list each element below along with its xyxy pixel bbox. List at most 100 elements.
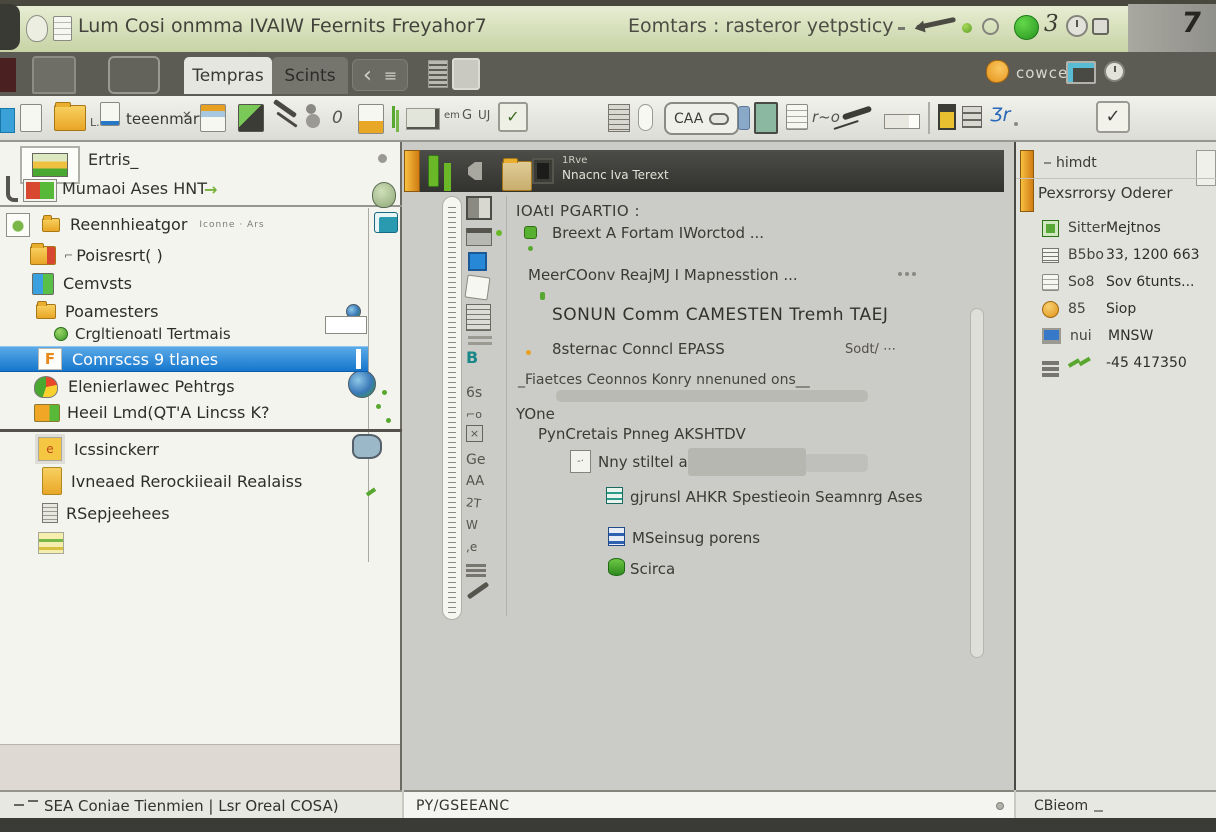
sidebar-item-cemvsts[interactable]: Cemvsts [0,270,368,297]
dark-arrow-icon[interactable] [273,99,297,118]
orange-green-icon [34,404,60,422]
sidebar-item-comrscss-selected[interactable]: F Comrscss 9 tlanes [0,346,368,372]
monitor-cursor-icon[interactable] [406,108,440,130]
content-line[interactable]: MSeinsug porens [632,529,760,547]
printer-tool-icon[interactable] [466,228,492,246]
tool-glyph-6s[interactable]: 6s [466,385,482,401]
pencil-tool-icon[interactable] [467,582,490,600]
pill-icon[interactable] [638,104,653,131]
property-row[interactable]: B5bo 33, 1200 663 [1016,243,1216,267]
content-line[interactable]: PynCretais Pnneg AKSHTDV [538,425,746,443]
panel-orange2-icon[interactable] [358,104,384,134]
property-row[interactable]: nui MNSW [1016,324,1216,348]
ring-icon[interactable] [982,18,999,35]
tool-glyph-w[interactable]: W [466,518,478,532]
status-green-icon[interactable] [1014,15,1039,40]
content-line[interactable]: Breext A Fortam IWorctod ... [552,224,764,242]
check-panel-icon[interactable]: ✓ [498,102,528,132]
property-row[interactable]: So8 Sov 6tunts... [1016,270,1216,294]
sidebar-item-poisresrt[interactable]: ⌐ Poisresrt( ) [0,242,368,269]
square-icon[interactable] [1092,18,1109,35]
doc-lines-icon[interactable] [786,104,808,130]
property-row[interactable]: -45 417350 [1016,351,1216,375]
scrollbar[interactable] [970,308,984,658]
boxed-x-icon[interactable]: × [466,425,483,442]
panel-orange-icon[interactable] [200,104,226,132]
person-icon[interactable] [306,104,316,114]
tool-glyph-ge[interactable]: Ge [466,452,485,468]
prop-label: So8 [1068,274,1106,290]
checkbox-icon[interactable]: -· [570,450,591,473]
rp-scroll-box[interactable] [1196,150,1216,186]
nav-button-group[interactable]: ‹ ≡ [352,59,408,91]
content-line[interactable]: Scirca [630,560,675,578]
sidebar-item-reennhieatgor[interactable]: Reennhieatgor Iconne · Ars [0,211,368,238]
sidebar-item-ivneaed[interactable]: Ivneaed Rerockiieail Realaiss [0,464,368,498]
lines-tool-icon[interactable] [468,336,492,339]
blue-pill-icon[interactable] [738,106,750,130]
content-line[interactable]: gjrunsl AHKR Spestieoin Seamnrg Ases [630,488,923,506]
sidebar-item-icssinckerr[interactable]: e Icssinckerr [0,434,368,464]
open-folder-icon[interactable] [54,105,86,131]
b-tool-glyph[interactable]: B [466,348,478,367]
item-label: Comrscss 9 tlanes [72,350,218,369]
content-line[interactable]: 8sternac Conncl EPASS [552,340,725,358]
status-dot[interactable] [996,802,1004,810]
teal-file-icon[interactable] [374,212,398,233]
clock-small-icon[interactable] [1104,61,1125,82]
window-tool-icon[interactable] [466,196,492,220]
tool-glyph-2t[interactable]: 2T [465,495,481,510]
sidebar-item-elenierlawec[interactable]: Elenierlawec Pehtrgs [0,373,368,400]
tool-glyph-ro[interactable]: ⌐o [466,408,482,421]
caa-dropdown[interactable]: CAA [664,102,739,135]
flag-page-icon[interactable] [100,102,120,126]
close-glyph[interactable]: × [182,108,191,121]
green-panel-icon[interactable] [754,102,778,134]
blue-square-icon[interactable] [0,108,15,133]
battery-icon[interactable] [938,104,956,130]
list-tool-icon[interactable] [466,564,486,567]
paw-icon[interactable] [986,60,1009,83]
check-dark-icon[interactable] [842,106,872,121]
digit-icon[interactable]: 3 [1044,11,1059,37]
slider-box-icon[interactable] [884,114,920,129]
panel-view-icon[interactable] [452,58,480,90]
rp-dash [1044,162,1051,164]
tab-tempras[interactable]: Tempras [184,57,272,94]
sidebar-item-blank[interactable] [0,529,368,556]
item-label: Poisresrt( ) [76,246,162,265]
cursor-lever-icon[interactable] [916,17,956,30]
person-green-icon[interactable] [238,104,264,132]
tool-glyph-aa[interactable]: AA [466,474,484,489]
mouse-small-icon[interactable] [372,182,396,208]
sidebar-item-crgltienoatl[interactable]: Crgltienoatl Tertmais [0,322,368,346]
edit-box[interactable] [325,316,367,334]
back-icon[interactable]: ‹ [363,63,372,88]
menu-icon[interactable]: ≡ [384,66,397,85]
tab-scints[interactable]: Scints [272,57,348,94]
grid-panel-icon[interactable] [608,104,630,132]
new-page-icon[interactable] [20,104,42,132]
content-line[interactable]: _Fiaetces Ceonnos Konry nnenuned ons__ [518,372,810,388]
clock-icon[interactable] [1066,15,1088,37]
vertical-ruler[interactable] [442,196,462,620]
monitor-icon[interactable] [1066,61,1096,84]
content-line[interactable]: MeerCOonv ReajMJ I Mapnesstion ... [528,266,798,284]
blue-square-tool-icon[interactable] [468,252,487,271]
toolbar-separator [928,102,930,134]
doc-tool-icon[interactable] [466,304,491,331]
content-line[interactable]: YOne [516,405,555,423]
yellow-doc-icon [42,467,62,495]
stack-icon[interactable] [962,106,982,128]
tool-glyph-e[interactable]: ,e [466,540,477,554]
grid-view-icon[interactable] [428,60,448,88]
content-line-large[interactable]: SONUN Comm CAMESTEN Tremh TAEJ [552,305,888,325]
sidebar-item-heeil[interactable]: Heeil Lmd(QT'A Lincss K? [0,399,368,426]
cowce-label[interactable]: cowce [1016,64,1068,82]
confirm-panel-icon[interactable]: ✓ [1096,101,1130,133]
sidebar-item-rsepjeehees[interactable]: RSepjeehees [0,498,368,528]
sidebar-item-poamesters[interactable]: Poamesters [0,298,368,325]
page-tool-icon[interactable] [465,275,491,301]
property-row[interactable]: Sitter Mejtnos [1016,216,1216,240]
property-row[interactable]: 85 Siop [1016,297,1216,321]
